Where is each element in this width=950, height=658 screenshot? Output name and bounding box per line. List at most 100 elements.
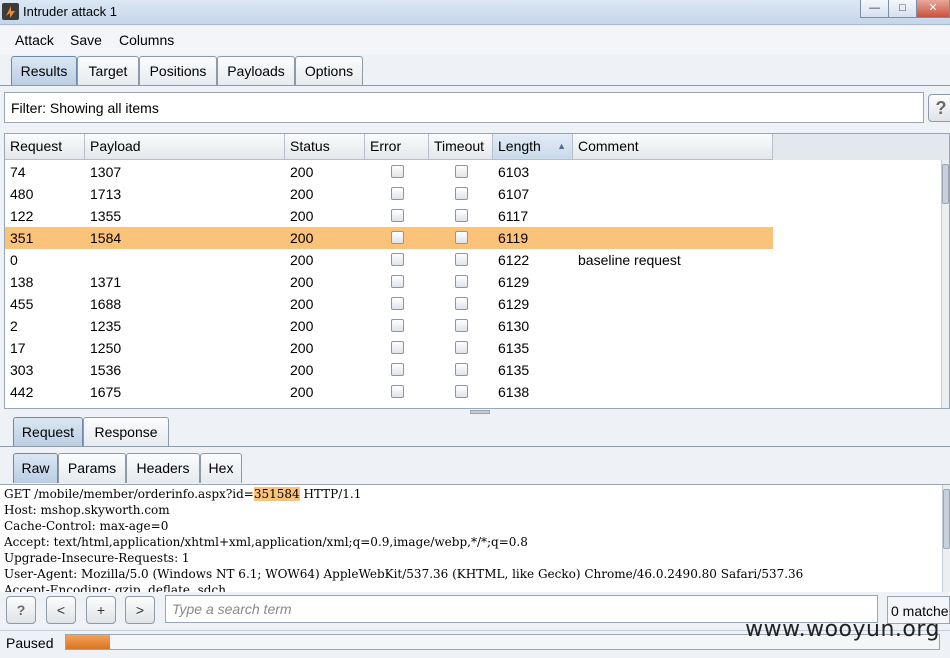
tab-request[interactable]: Request bbox=[13, 417, 83, 447]
table-row[interactable]: 303 1536 200 6135 bbox=[5, 359, 773, 381]
timeout-checkbox bbox=[455, 187, 468, 200]
table-scroll-thumb[interactable] bbox=[942, 164, 949, 204]
column-header-status[interactable]: Status bbox=[285, 134, 365, 160]
menu-columns[interactable]: Columns bbox=[119, 32, 174, 48]
timeout-checkbox bbox=[455, 231, 468, 244]
search-next-button[interactable]: > bbox=[125, 596, 155, 624]
tab-headers[interactable]: Headers bbox=[126, 453, 200, 483]
cell-payload: 1584 bbox=[90, 230, 122, 246]
cell-payload: 1307 bbox=[90, 164, 122, 180]
editor-scrollbar[interactable] bbox=[942, 485, 950, 592]
timeout-checkbox bbox=[455, 253, 468, 266]
timeout-checkbox bbox=[455, 341, 468, 354]
search-add-button[interactable]: + bbox=[86, 596, 116, 624]
column-header-timeout[interactable]: Timeout bbox=[429, 134, 493, 160]
error-checkbox bbox=[391, 209, 404, 222]
cell-payload: 1355 bbox=[90, 208, 122, 224]
editor-scroll-thumb[interactable] bbox=[943, 489, 950, 549]
cell-payload: 1713 bbox=[90, 186, 122, 202]
tab-options[interactable]: Options bbox=[295, 56, 363, 86]
timeout-checkbox bbox=[455, 363, 468, 376]
cell-status: 200 bbox=[290, 318, 314, 334]
cell-payload: 1536 bbox=[90, 362, 122, 378]
column-header-length[interactable]: Length ▲ bbox=[493, 134, 573, 160]
cell-comment: baseline request bbox=[578, 252, 681, 268]
header-line: Cache-Control: max-age=0 bbox=[4, 519, 169, 533]
table-row[interactable]: 455 1688 200 6129 bbox=[5, 293, 773, 315]
menu-save[interactable]: Save bbox=[70, 32, 102, 48]
table-scrollbar[interactable] bbox=[941, 160, 949, 408]
request-line-prefix: GET /mobile/member/orderinfo.aspx?id= bbox=[4, 487, 254, 501]
table-row[interactable]: 2 1235 200 6130 bbox=[5, 315, 773, 337]
cell-status: 200 bbox=[290, 208, 314, 224]
window-title: Intruder attack 1 bbox=[23, 4, 117, 19]
error-checkbox bbox=[391, 253, 404, 266]
cell-request: 122 bbox=[10, 208, 34, 224]
cell-status: 200 bbox=[290, 274, 314, 290]
cell-status: 200 bbox=[290, 230, 314, 246]
tab-results[interactable]: Results bbox=[11, 56, 77, 86]
column-header-length-label: Length bbox=[498, 138, 541, 154]
table-row[interactable]: 138 1371 200 6129 bbox=[5, 271, 773, 293]
view-tabs: Raw Params Headers Hex bbox=[0, 453, 950, 483]
search-previous-button[interactable]: < bbox=[46, 596, 76, 624]
menu-attack[interactable]: Attack bbox=[15, 32, 54, 48]
error-checkbox bbox=[391, 385, 404, 398]
pane-splitter-handle[interactable] bbox=[470, 410, 490, 414]
cell-payload: 1675 bbox=[90, 384, 122, 400]
column-header-error[interactable]: Error bbox=[365, 134, 429, 160]
column-header-request[interactable]: Request bbox=[5, 134, 85, 160]
tab-hex[interactable]: Hex bbox=[200, 453, 242, 483]
error-checkbox bbox=[391, 341, 404, 354]
menu-bar: Attack Save Columns bbox=[0, 26, 950, 54]
cell-request: 17 bbox=[10, 340, 26, 356]
attack-status: Paused bbox=[6, 635, 54, 651]
tab-target[interactable]: Target bbox=[77, 56, 139, 86]
column-header-comment[interactable]: Comment bbox=[573, 134, 773, 160]
tab-response[interactable]: Response bbox=[83, 417, 169, 447]
table-row[interactable]: 442 1675 200 6138 bbox=[5, 381, 773, 403]
table-row[interactable]: 480 1713 200 6107 bbox=[5, 183, 773, 205]
timeout-checkbox bbox=[455, 275, 468, 288]
minimize-icon[interactable]: — bbox=[860, 0, 889, 18]
cell-status: 200 bbox=[290, 164, 314, 180]
cell-length: 6138 bbox=[498, 384, 530, 400]
filter-help-button[interactable]: ? bbox=[928, 94, 950, 122]
table-row[interactable]: 74 1307 200 6103 bbox=[5, 161, 773, 183]
header-line: Accept-Encoding: gzip, deflate, sdch bbox=[4, 583, 226, 592]
progress-fill bbox=[66, 635, 110, 649]
filter-bar[interactable]: Filter: Showing all items bbox=[4, 92, 924, 123]
timeout-checkbox bbox=[455, 385, 468, 398]
tab-positions[interactable]: Positions bbox=[139, 56, 217, 86]
error-checkbox bbox=[391, 275, 404, 288]
header-line: Upgrade-Insecure-Requests: 1 bbox=[4, 551, 190, 565]
main-tabs: Results Target Positions Payloads Option… bbox=[0, 56, 950, 86]
cell-length: 6122 bbox=[498, 252, 530, 268]
table-row[interactable]: 351 1584 200 6119 bbox=[5, 227, 773, 249]
tab-params[interactable]: Params bbox=[58, 453, 126, 483]
cell-request: 2 bbox=[10, 318, 18, 334]
payload-highlight: 351584 bbox=[253, 487, 300, 501]
table-row[interactable]: 122 1355 200 6117 bbox=[5, 205, 773, 227]
tab-raw[interactable]: Raw bbox=[13, 453, 58, 483]
cell-status: 200 bbox=[290, 296, 314, 312]
cell-length: 6107 bbox=[498, 186, 530, 202]
tab-payloads[interactable]: Payloads bbox=[217, 56, 295, 86]
close-icon[interactable]: ✕ bbox=[916, 0, 950, 18]
column-header-payload[interactable]: Payload bbox=[85, 134, 285, 160]
cell-request: 0 bbox=[10, 252, 18, 268]
table-row[interactable]: 17 1250 200 6135 bbox=[5, 337, 773, 359]
timeout-checkbox bbox=[455, 319, 468, 332]
maximize-icon[interactable]: □ bbox=[888, 0, 917, 18]
error-checkbox bbox=[391, 319, 404, 332]
raw-request-editor[interactable]: GET /mobile/member/orderinfo.aspx?id=351… bbox=[0, 484, 950, 592]
cell-request: 455 bbox=[10, 296, 34, 312]
search-help-button[interactable]: ? bbox=[6, 596, 36, 624]
table-row[interactable]: 0 200 6122 baseline request bbox=[5, 249, 773, 271]
error-checkbox bbox=[391, 231, 404, 244]
cell-length: 6135 bbox=[498, 362, 530, 378]
table-header: Request Payload Status Error Timeout Len… bbox=[5, 134, 949, 160]
cell-request: 74 bbox=[10, 164, 26, 180]
burp-app-icon bbox=[2, 3, 19, 20]
request-line: GET /mobile/member/orderinfo.aspx?id=351… bbox=[4, 487, 361, 501]
